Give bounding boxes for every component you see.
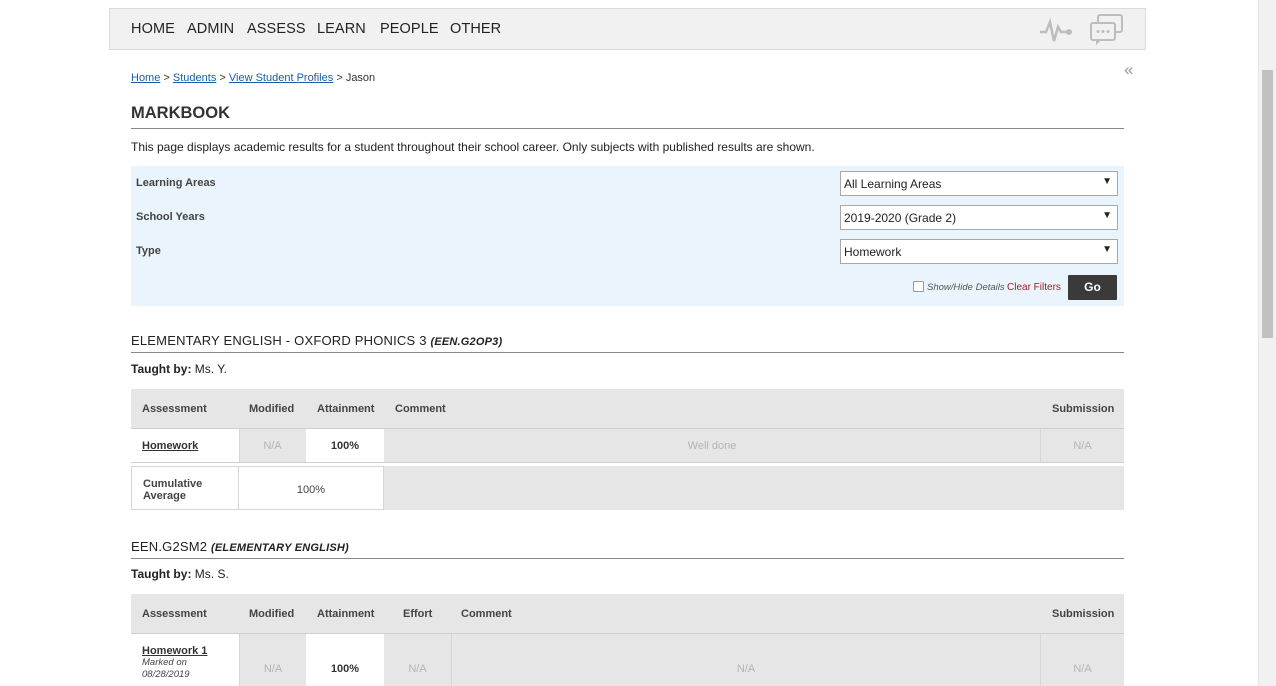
teacher-name: Ms. S.: [194, 567, 229, 581]
collapse-sidebar-button[interactable]: «: [1124, 60, 1133, 80]
attainment-value: 100%: [306, 634, 384, 686]
cumulative-row: Cumulative Average 100%: [131, 466, 1124, 510]
breadcrumb: Home > Students > View Student Profiles …: [131, 72, 375, 84]
course-title: ELEMENTARY ENGLISH - OXFORD PHONICS 3 (E…: [131, 333, 1124, 353]
top-navigation: HOME ADMIN ASSESS LEARN PEOPLE OTHER: [109, 8, 1146, 50]
breadcrumb-current: Jason: [345, 72, 376, 84]
course-code: (EEN.G2OP3): [430, 336, 503, 348]
course-name: EEN.G2SM2: [131, 539, 208, 554]
table-row: Homework N/A 100% Well done N/A: [131, 429, 1124, 463]
school-years-select[interactable]: 2019-2020 (Grade 2) ▼: [840, 205, 1118, 230]
breadcrumb-home[interactable]: Home: [131, 72, 160, 84]
comment-value: N/A: [452, 634, 1041, 686]
page-title: MARKBOOK: [131, 104, 1124, 129]
submission-value: N/A: [1073, 440, 1092, 452]
filter-panel: Learning Areas All Learning Areas ▼ Scho…: [131, 166, 1124, 306]
modified-value: N/A: [263, 440, 282, 452]
modified-value: N/A: [239, 634, 306, 686]
column-header-assessment: Assessment: [142, 403, 207, 415]
breadcrumb-separator: >: [163, 72, 170, 84]
table-row: Homework 1 Marked on 08/28/2019 N/A 100%…: [131, 634, 1124, 686]
type-value: Homework: [844, 245, 902, 259]
learning-areas-label: Learning Areas: [136, 177, 216, 189]
nav-people[interactable]: PEOPLE: [380, 21, 439, 37]
teacher-name: Ms. Y.: [194, 362, 228, 376]
assessment-link[interactable]: Homework 1: [142, 645, 207, 657]
taught-by-label: Taught by:: [131, 362, 192, 376]
column-header-attainment: Attainment: [317, 608, 375, 620]
school-years-value: 2019-2020 (Grade 2): [844, 211, 957, 225]
marked-on-label: Marked on: [142, 657, 187, 668]
activity-icon[interactable]: [1038, 13, 1074, 52]
nav-learn[interactable]: LEARN: [317, 21, 366, 37]
breadcrumb-separator: >: [336, 72, 343, 84]
column-header-modified: Modified: [249, 608, 295, 620]
chat-icon[interactable]: [1088, 13, 1126, 52]
scrollbar-thumb[interactable]: [1262, 70, 1273, 338]
breadcrumb-separator: >: [219, 72, 226, 84]
chevron-down-icon: ▼: [1102, 244, 1112, 255]
clear-filters-link[interactable]: Clear Filters: [1007, 282, 1061, 293]
learning-areas-select[interactable]: All Learning Areas ▼: [840, 171, 1118, 196]
column-header-comment: Comment: [395, 403, 446, 415]
page-description: This page displays academic results for …: [131, 140, 815, 154]
course-name: ELEMENTARY ENGLISH - OXFORD PHONICS 3: [131, 333, 427, 348]
cumulative-average-label: Cumulative Average: [131, 466, 239, 510]
cumulative-average-value: 100%: [239, 466, 384, 510]
attainment-value: 100%: [306, 429, 384, 462]
breadcrumb-profiles[interactable]: View Student Profiles: [229, 72, 333, 84]
marked-date: 08/28/2019: [142, 669, 190, 680]
school-years-label: School Years: [136, 211, 205, 223]
type-select[interactable]: Homework ▼: [840, 239, 1118, 264]
taught-by: Taught by: Ms. S.: [131, 567, 229, 581]
column-header-submission: Submission: [1052, 608, 1115, 620]
nav-assess[interactable]: ASSESS: [247, 21, 306, 37]
vertical-scrollbar[interactable]: [1258, 0, 1276, 686]
chevron-down-icon: ▼: [1102, 210, 1112, 221]
table-header: Assessment Modified Attainment Comment S…: [131, 389, 1124, 429]
comment-value: Well done: [384, 429, 1041, 462]
effort-value: N/A: [384, 634, 452, 686]
learning-areas-value: All Learning Areas: [844, 177, 942, 191]
column-header-modified: Modified: [249, 403, 295, 415]
submission-value: N/A: [1073, 663, 1092, 675]
column-header-comment: Comment: [461, 608, 512, 620]
show-hide-details-checkbox[interactable]: [913, 281, 924, 292]
assessment-cell: Homework: [131, 429, 239, 462]
chevron-down-icon: ▼: [1102, 176, 1112, 187]
nav-other[interactable]: OTHER: [450, 21, 501, 37]
assessment-cell: Homework 1 Marked on 08/28/2019: [131, 634, 239, 686]
course-title: EEN.G2SM2 (ELEMENTARY ENGLISH): [131, 539, 1124, 559]
breadcrumb-students[interactable]: Students: [173, 72, 216, 84]
taught-by: Taught by: Ms. Y.: [131, 362, 227, 376]
nav-admin[interactable]: ADMIN: [187, 21, 234, 37]
nav-home[interactable]: HOME: [131, 21, 175, 37]
taught-by-label: Taught by:: [131, 567, 192, 581]
show-hide-details-label: Show/Hide Details: [927, 282, 1005, 293]
column-header-submission: Submission: [1052, 403, 1115, 415]
column-header-assessment: Assessment: [142, 608, 207, 620]
go-button[interactable]: Go: [1068, 275, 1117, 300]
column-header-effort: Effort: [403, 608, 433, 620]
assessment-link[interactable]: Homework: [142, 440, 198, 452]
table-header: Assessment Modified Attainment Effort Co…: [131, 594, 1124, 634]
column-header-attainment: Attainment: [317, 403, 375, 415]
course-code: (ELEMENTARY ENGLISH): [211, 542, 349, 554]
type-label: Type: [136, 245, 161, 257]
